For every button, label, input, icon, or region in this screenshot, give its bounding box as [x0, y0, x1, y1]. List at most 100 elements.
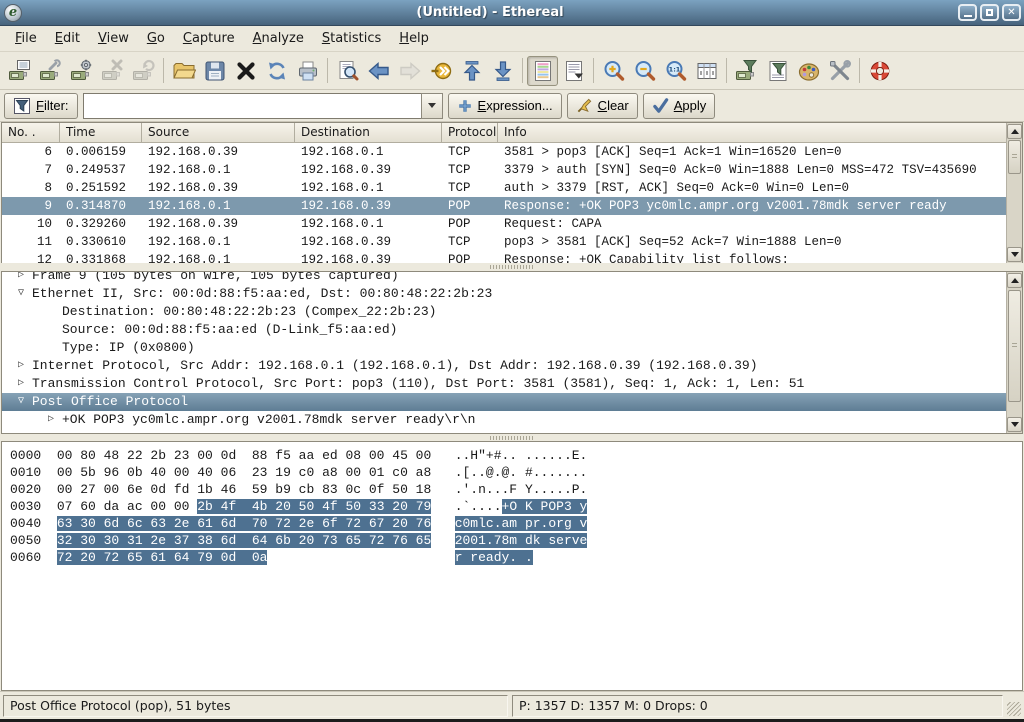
filter-combo-dropdown[interactable]	[421, 93, 443, 119]
coloring-rules-icon[interactable]	[793, 56, 824, 86]
tree-expander-icon[interactable]: ▷	[10, 375, 32, 393]
svg-text:1:1: 1:1	[668, 65, 680, 73]
menu-view[interactable]: View	[89, 28, 138, 49]
tree-expander-icon[interactable]: ▷	[10, 357, 32, 375]
detail-line[interactable]: ▽Post Office Protocol	[2, 393, 1022, 411]
detail-line[interactable]: ▷Frame 9 (105 bytes on wire, 105 bytes c…	[2, 271, 1022, 285]
packet-list-scrollbar[interactable]	[1006, 123, 1022, 263]
colorize-icon[interactable]	[527, 56, 558, 86]
column-header-protocol[interactable]: Protocol	[442, 123, 498, 143]
display-filters-icon[interactable]	[762, 56, 793, 86]
column-header-destination[interactable]: Destination	[295, 123, 442, 143]
menu-go[interactable]: Go	[138, 28, 174, 49]
packet-row-7[interactable]: 70.249537192.168.0.1192.168.0.39TCP3379 …	[2, 161, 1007, 179]
scroll-up-arrow[interactable]	[1007, 273, 1022, 288]
maximize-button[interactable]	[980, 4, 999, 21]
column-header-no[interactable]: No. .	[2, 123, 60, 143]
capture-start-icon[interactable]	[66, 56, 97, 86]
save-file-icon[interactable]	[199, 56, 230, 86]
details-scroll-thumb[interactable]	[1008, 290, 1021, 402]
zoom-out-icon[interactable]	[629, 56, 660, 86]
close-button[interactable]: ✕	[1002, 4, 1021, 21]
minimize-button[interactable]	[958, 4, 977, 21]
tree-expander-icon[interactable]: ▽	[10, 393, 32, 411]
column-header-time[interactable]: Time	[60, 123, 142, 143]
go-back-icon[interactable]	[363, 56, 394, 86]
menu-capture[interactable]: Capture	[174, 28, 244, 49]
hex-row-0050[interactable]: 005032 30 30 31 2e 37 38 6d 64 6b 20 73 …	[10, 532, 1022, 549]
packet-row-9[interactable]: 90.314870192.168.0.1192.168.0.39POPRespo…	[2, 197, 1007, 215]
open-file-icon[interactable]	[168, 56, 199, 86]
hex-row-0040[interactable]: 004063 30 6d 6c 63 2e 61 6d 70 72 2e 6f …	[10, 515, 1022, 532]
window-resize-grip[interactable]	[1007, 702, 1021, 716]
reload-icon[interactable]	[261, 56, 292, 86]
scroll-down-arrow[interactable]	[1007, 417, 1022, 432]
title-bar[interactable]: e (Untitled) - Ethereal ✕	[0, 0, 1024, 26]
expression-button-label: Expression...	[478, 98, 553, 113]
tree-expander-icon[interactable]: ▷	[10, 271, 32, 285]
menu-analyze[interactable]: Analyze	[244, 28, 313, 49]
resize-columns-icon[interactable]	[691, 56, 722, 86]
packet-row-11[interactable]: 110.330610192.168.0.1192.168.0.39TCPpop3…	[2, 233, 1007, 251]
column-header-source[interactable]: Source	[142, 123, 295, 143]
plus-icon	[457, 98, 473, 114]
column-header-info[interactable]: Info	[498, 123, 1007, 143]
detail-line[interactable]: Source: 00:0d:88:f5:aa:ed (D-Link_f5:aa:…	[2, 321, 1022, 339]
detail-line[interactable]: ▷Transmission Control Protocol, Src Port…	[2, 375, 1022, 393]
filter-icon	[13, 97, 31, 115]
close-file-icon[interactable]	[230, 56, 261, 86]
zoom-in-icon[interactable]	[598, 56, 629, 86]
print-icon[interactable]	[292, 56, 323, 86]
filter-toolbar: Filter: Expression... Clear Apply	[0, 90, 1024, 122]
tree-expander-icon[interactable]: ▷	[40, 411, 62, 429]
hex-row-0010[interactable]: 001000 5b 96 0b 40 00 40 06 23 19 c0 a8 …	[10, 464, 1022, 481]
menu-statistics[interactable]: Statistics	[313, 28, 390, 49]
tree-indent	[40, 303, 62, 321]
hex-row-0060[interactable]: 006072 20 72 65 61 64 79 0d 0a r ready. …	[10, 549, 1022, 566]
main-toolbar: 1:1	[0, 52, 1024, 90]
apply-button[interactable]: Apply	[643, 93, 716, 119]
detail-line[interactable]: Destination: 00:80:48:22:2b:23 (Compex_2…	[2, 303, 1022, 321]
packet-row-10[interactable]: 100.329260192.168.0.39192.168.0.1POPRequ…	[2, 215, 1007, 233]
packet-row-8[interactable]: 80.251592192.168.0.39192.168.0.1TCPauth …	[2, 179, 1007, 197]
auto-scroll-icon[interactable]	[558, 56, 589, 86]
filter-input[interactable]	[83, 93, 421, 119]
details-scrollbar[interactable]	[1006, 272, 1022, 433]
detail-line[interactable]: Type: IP (0x0800)	[2, 339, 1022, 357]
menu-file[interactable]: File	[6, 28, 46, 49]
go-to-packet-icon[interactable]	[425, 56, 456, 86]
scroll-down-arrow[interactable]	[1007, 247, 1022, 262]
status-packet-counts: P: 1357 D: 1357 M: 0 Drops: 0	[512, 695, 1003, 717]
tree-expander-icon[interactable]: ▽	[10, 285, 32, 303]
list-interfaces-icon[interactable]	[4, 56, 35, 86]
capture-restart-icon	[128, 56, 159, 86]
capture-options-icon[interactable]	[35, 56, 66, 86]
pane-separator-1[interactable]	[1, 263, 1023, 271]
zoom-normal-icon[interactable]: 1:1	[660, 56, 691, 86]
expression-button[interactable]: Expression...	[448, 93, 562, 119]
find-packet-icon[interactable]	[332, 56, 363, 86]
clear-button[interactable]: Clear	[567, 93, 638, 119]
detail-line[interactable]: ▽Ethernet II, Src: 00:0d:88:f5:aa:ed, Ds…	[2, 285, 1022, 303]
preferences-icon[interactable]	[824, 56, 855, 86]
packet-list-pane: No. .TimeSourceDestinationProtocolInfo 6…	[1, 122, 1023, 264]
packet-row-6[interactable]: 60.006159192.168.0.39192.168.0.1TCP3581 …	[2, 143, 1007, 161]
hex-row-0030[interactable]: 003007 60 da ac 00 00 2b 4f 4b 20 50 4f …	[10, 498, 1022, 515]
checkmark-icon	[652, 97, 669, 114]
detail-line[interactable]: ▷Internet Protocol, Src Addr: 192.168.0.…	[2, 357, 1022, 375]
detail-line[interactable]: ▷+OK POP3 yc0mlc.ampr.org v2001.78mdk se…	[2, 411, 1022, 429]
scroll-up-arrow[interactable]	[1007, 124, 1022, 139]
broom-icon	[576, 97, 593, 114]
detail-tree: ▷Frame 9 (105 bytes on wire, 105 bytes c…	[2, 271, 1022, 429]
help-icon[interactable]	[864, 56, 895, 86]
menu-edit[interactable]: Edit	[46, 28, 89, 49]
packet-list-scroll-thumb[interactable]	[1008, 140, 1021, 174]
go-to-bottom-icon[interactable]	[487, 56, 518, 86]
hex-row-0000[interactable]: 000000 80 48 22 2b 23 00 0d 88 f5 aa ed …	[10, 447, 1022, 464]
packet-details-pane: ▷Frame 9 (105 bytes on wire, 105 bytes c…	[1, 271, 1023, 434]
go-to-top-icon[interactable]	[456, 56, 487, 86]
hex-row-0020[interactable]: 002000 27 00 6e 0d fd 1b 46 59 b9 cb 83 …	[10, 481, 1022, 498]
capture-filters-icon[interactable]	[731, 56, 762, 86]
filter-button[interactable]: Filter:	[4, 93, 78, 119]
menu-help[interactable]: Help	[390, 28, 438, 49]
